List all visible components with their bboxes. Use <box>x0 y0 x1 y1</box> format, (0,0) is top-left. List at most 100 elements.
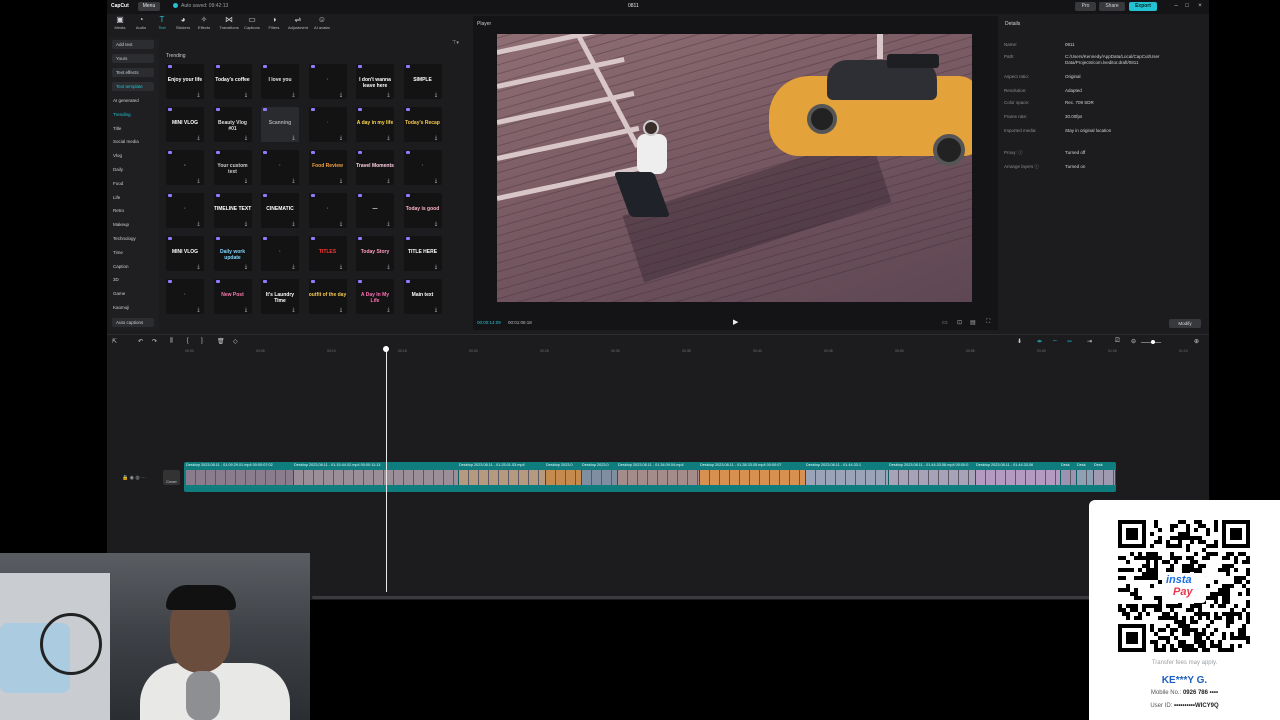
tab-stickers[interactable]: ◕ Stickers <box>172 15 194 35</box>
download-icon[interactable]: ⤓ <box>291 307 296 313</box>
tab-audio[interactable]: ◔ Audio <box>130 15 152 35</box>
snap-icon[interactable]: ⇔ <box>1052 338 1058 344</box>
category-text-effects[interactable]: Text effects <box>112 68 154 77</box>
tab-media[interactable]: ▣ Media <box>109 15 131 35</box>
text-template-thumb[interactable]: · ⤓ <box>308 64 347 99</box>
download-icon[interactable]: ⤓ <box>244 264 249 270</box>
category-life[interactable]: Life <box>113 195 120 200</box>
close-icon[interactable]: × <box>1196 3 1204 9</box>
download-icon[interactable]: ⤓ <box>386 264 391 270</box>
clip-frames[interactable] <box>1094 470 1116 485</box>
filter-icon[interactable]: ⊤▾ <box>452 40 459 46</box>
timeline-ruler[interactable]: 00:00 00:05 00:10 00:15 00:20 00:25 00:30 00:35… <box>182 348 1209 356</box>
download-icon[interactable]: ⤓ <box>244 92 249 98</box>
category-makeup[interactable]: Makeup <box>113 222 129 227</box>
clip-frames[interactable] <box>806 470 889 485</box>
eye-icon[interactable]: ◉ <box>130 475 134 481</box>
download-icon[interactable]: ⤓ <box>386 92 391 98</box>
text-template-thumb[interactable]: TIMELINE TEXT ⤓ <box>213 193 252 228</box>
text-template-thumb[interactable]: Today's Recap ⤓ <box>403 107 442 142</box>
playhead-handle[interactable] <box>383 346 389 352</box>
download-icon[interactable]: ⤓ <box>339 264 344 270</box>
text-template-thumb[interactable]: I don't wanna leave here ⤓ <box>356 64 394 99</box>
playhead[interactable] <box>386 346 387 592</box>
modify-button[interactable]: Modify <box>1169 319 1201 328</box>
text-template-thumb[interactable]: · ⤓ <box>166 279 204 314</box>
download-icon[interactable]: ⤓ <box>434 264 439 270</box>
text-template-thumb[interactable]: Food Review ⤓ <box>308 150 347 185</box>
text-template-thumb[interactable]: TITLES ⤓ <box>308 236 347 271</box>
text-template-thumb[interactable]: A day in my life ⤓ <box>356 107 394 142</box>
text-template-thumb[interactable]: TITLE HERE ⤓ <box>403 236 442 271</box>
category-daily[interactable]: Daily <box>113 167 123 172</box>
crop-icon[interactable]: ⊡ <box>957 319 962 326</box>
download-icon[interactable]: ⤓ <box>244 221 249 227</box>
monitor-icon[interactable]: ⎚ <box>1115 338 1120 345</box>
download-icon[interactable]: ⤓ <box>386 135 391 141</box>
download-icon[interactable]: ⤓ <box>434 92 439 98</box>
marker-icon[interactable]: ◇ <box>233 338 238 345</box>
preview-axis-icon[interactable]: ⇿ <box>1067 338 1072 345</box>
category-time[interactable]: Time <box>113 250 123 255</box>
more-icon[interactable]: ⋯ <box>141 475 146 481</box>
clip-frames[interactable] <box>700 470 806 485</box>
category-technology[interactable]: Technology <box>113 236 136 241</box>
pro-button[interactable]: Pro <box>1075 2 1096 11</box>
redo-icon[interactable]: ↷ <box>152 338 157 345</box>
download-icon[interactable]: ⤓ <box>291 92 296 98</box>
download-icon[interactable]: ⤓ <box>386 307 391 313</box>
text-template-thumb[interactable]: A Day In My Life ⤓ <box>356 279 394 314</box>
text-template-thumb[interactable]: Travel Moments ⤓ <box>356 150 394 185</box>
video-track[interactable]: Desktop 2023.08.11 - 01.09.29.01.mp4 00:… <box>184 462 1116 492</box>
download-icon[interactable]: ⤓ <box>244 135 249 141</box>
category-social-media[interactable]: Social media <box>113 139 139 144</box>
mic-icon[interactable]: ⬇ <box>1017 338 1022 345</box>
text-template-thumb[interactable]: · ⤓ <box>166 193 204 228</box>
zoom-fit-icon[interactable]: ⊕ <box>1194 338 1199 345</box>
text-template-thumb[interactable]: Enjoy your life ⤓ <box>166 64 204 99</box>
clip-frames[interactable] <box>459 470 546 485</box>
text-template-thumb[interactable]: Your custom text ⤓ <box>213 150 252 185</box>
tab-ai-avatar[interactable]: ☺ AI avatar <box>311 15 333 35</box>
text-template-thumb[interactable]: Daily work update ⤓ <box>213 236 252 271</box>
audio-mute-icon[interactable]: ◍ <box>135 475 139 481</box>
maximize-icon[interactable]: □ <box>1183 3 1191 9</box>
clip-frames[interactable] <box>1061 470 1077 485</box>
download-icon[interactable]: ⤓ <box>339 307 344 313</box>
cover-button[interactable]: Cover <box>163 470 180 485</box>
clip-frames[interactable] <box>976 470 1061 485</box>
split-icon[interactable]: ⫼ <box>170 338 173 345</box>
category-trending[interactable]: Trending <box>113 112 131 117</box>
download-icon[interactable]: ⤓ <box>291 178 296 184</box>
category-title[interactable]: Title <box>113 126 121 131</box>
ratio-icon[interactable]: ▭ <box>942 319 948 326</box>
text-template-thumb[interactable]: · ⤓ <box>308 193 347 228</box>
clip-frames[interactable] <box>294 470 459 485</box>
download-icon[interactable]: ⤓ <box>339 92 344 98</box>
text-template-thumb[interactable]: outfit of the day ⤓ <box>308 279 347 314</box>
download-icon[interactable]: ⤓ <box>291 135 296 141</box>
download-icon[interactable]: ⤓ <box>291 264 296 270</box>
download-icon[interactable]: ⤓ <box>244 178 249 184</box>
tab-adjustment[interactable]: ⇌ Adjustment <box>285 15 311 35</box>
category-add-text[interactable]: Add text <box>112 40 154 49</box>
delete-icon[interactable]: 🗑 <box>217 338 225 345</box>
text-template-thumb[interactable]: · ⤓ <box>166 150 204 185</box>
text-template-thumb[interactable]: Today Story ⤓ <box>356 236 394 271</box>
text-template-thumb[interactable]: Main text ⤓ <box>403 279 442 314</box>
download-icon[interactable]: ⤓ <box>434 135 439 141</box>
category-ai-generated[interactable]: AI generated <box>113 98 139 103</box>
menu-button[interactable]: Menu <box>138 2 160 11</box>
play-icon[interactable]: ▶ <box>733 318 738 326</box>
text-template-thumb[interactable]: Today is good ⤓ <box>403 193 442 228</box>
tab-effects[interactable]: ✧ Effects <box>193 15 215 35</box>
text-template-thumb[interactable]: SIMPLE ⤓ <box>403 64 442 99</box>
split-left-icon[interactable]: [ <box>187 338 189 344</box>
clip-frames[interactable] <box>889 470 976 485</box>
align-icon[interactable]: ⇥ <box>1087 338 1092 345</box>
download-icon[interactable]: ⤓ <box>196 178 201 184</box>
minimize-icon[interactable]: – <box>1172 3 1180 9</box>
tab-captions[interactable]: ▭ Captions <box>241 15 263 35</box>
category-yours[interactable]: Yours <box>112 54 154 63</box>
category-food[interactable]: Food <box>113 181 123 186</box>
